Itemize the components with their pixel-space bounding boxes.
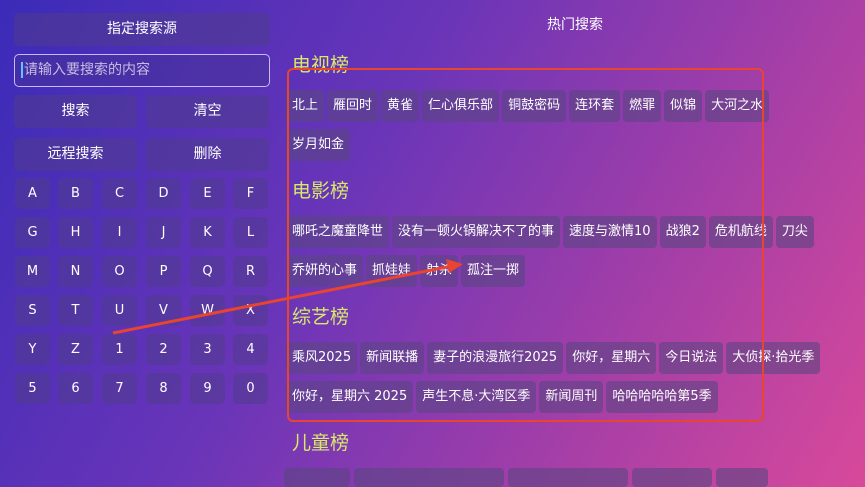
search-input[interactable]: 请输入要搜索的内容: [14, 54, 270, 87]
tag-item[interactable]: [354, 468, 504, 487]
key-y[interactable]: Y: [15, 334, 50, 365]
key-g[interactable]: G: [15, 217, 50, 248]
key-a[interactable]: A: [15, 178, 50, 209]
tv-row-2: 岁月如金: [286, 129, 351, 161]
section-title-tv: 电视榜: [292, 54, 350, 76]
key-k[interactable]: K: [190, 217, 225, 248]
tag-item[interactable]: 似锦: [664, 90, 703, 122]
key-6[interactable]: 6: [58, 373, 93, 404]
key-r[interactable]: R: [233, 256, 268, 287]
key-3[interactable]: 3: [190, 334, 225, 365]
key-v[interactable]: V: [146, 295, 181, 326]
key-m[interactable]: M: [15, 256, 50, 287]
tag-item[interactable]: 雁回时: [327, 90, 379, 122]
search-placeholder: 请输入要搜索的内容: [24, 62, 150, 78]
tag-item[interactable]: [284, 468, 350, 487]
key-8[interactable]: 8: [146, 373, 181, 404]
remote-search-button[interactable]: 远程搜索: [14, 138, 137, 171]
tag-item[interactable]: 哪吒之魔童降世: [286, 216, 390, 248]
key-u[interactable]: U: [102, 295, 137, 326]
delete-button[interactable]: 删除: [146, 138, 269, 171]
tag-item[interactable]: [508, 468, 628, 487]
key-l[interactable]: L: [233, 217, 268, 248]
key-o[interactable]: O: [102, 256, 137, 287]
tag-item[interactable]: 新闻周刊: [539, 381, 604, 413]
tag-item[interactable]: [632, 468, 712, 487]
hot-search-title: 热门搜索: [547, 17, 603, 33]
key-e[interactable]: E: [190, 178, 225, 209]
key-j[interactable]: J: [146, 217, 181, 248]
tag-item[interactable]: 北上: [286, 90, 325, 122]
variety-row-1: 乘风2025 新闻联播 妻子的浪漫旅行2025 你好，星期六 今日说法 大侦探·…: [286, 342, 821, 374]
key-z[interactable]: Z: [58, 334, 93, 365]
key-w[interactable]: W: [190, 295, 225, 326]
tag-item[interactable]: 新闻联播: [360, 342, 425, 374]
section-title-kids: 儿童榜: [292, 432, 350, 454]
kids-row-partial: [284, 468, 768, 487]
tag-item[interactable]: 大河之水: [705, 90, 770, 122]
tag-item[interactable]: 妻子的浪漫旅行2025: [427, 342, 564, 374]
tag-item[interactable]: 孤注一掷: [461, 255, 526, 287]
key-q[interactable]: Q: [190, 256, 225, 287]
tag-item[interactable]: 仁心俱乐部: [422, 90, 500, 122]
key-p[interactable]: P: [146, 256, 181, 287]
tag-item[interactable]: 今日说法: [659, 342, 724, 374]
tag-item[interactable]: 大侦探·拾光季: [726, 342, 821, 374]
tag-item[interactable]: 战狼2: [659, 216, 706, 248]
key-x[interactable]: X: [233, 295, 268, 326]
tag-item[interactable]: 刀尖: [775, 216, 814, 248]
tag-item[interactable]: 速度与激情10: [563, 216, 657, 248]
key-0[interactable]: 0: [233, 373, 268, 404]
tag-item[interactable]: 铜鼓密码: [502, 90, 567, 122]
key-c[interactable]: C: [102, 178, 137, 209]
tag-item[interactable]: 声生不息·大湾区季: [416, 381, 537, 413]
key-f[interactable]: F: [233, 178, 268, 209]
tag-item[interactable]: [716, 468, 768, 487]
section-title-movie: 电影榜: [292, 180, 350, 202]
key-7[interactable]: 7: [102, 373, 137, 404]
key-1[interactable]: 1: [102, 334, 137, 365]
key-5[interactable]: 5: [15, 373, 50, 404]
tag-item[interactable]: 连环套: [569, 90, 621, 122]
key-h[interactable]: H: [58, 217, 93, 248]
variety-row-2: 你好，星期六 2025 声生不息·大湾区季 新闻周刊 哈哈哈哈哈第5季: [286, 381, 718, 413]
key-i[interactable]: I: [102, 217, 137, 248]
tag-item[interactable]: 你好，星期六 2025: [286, 381, 414, 413]
search-button[interactable]: 搜索: [14, 95, 137, 128]
key-n[interactable]: N: [58, 256, 93, 287]
tag-item[interactable]: 没有一顿火锅解决不了的事: [392, 216, 561, 248]
text-caret: [21, 62, 23, 78]
section-title-variety: 综艺榜: [292, 306, 350, 328]
key-4[interactable]: 4: [233, 334, 268, 365]
tag-item[interactable]: 乔妍的心事: [286, 255, 364, 287]
tag-item[interactable]: 燃罪: [623, 90, 662, 122]
tag-item[interactable]: 射杀: [420, 255, 459, 287]
key-s[interactable]: S: [15, 295, 50, 326]
movie-row-2: 乔妍的心事 抓娃娃 射杀 孤注一掷: [286, 255, 526, 287]
movie-row-1: 哪吒之魔童降世 没有一顿火锅解决不了的事 速度与激情10 战狼2 危机航线 刀尖: [286, 216, 814, 248]
key-9[interactable]: 9: [190, 373, 225, 404]
tag-item[interactable]: 岁月如金: [286, 129, 351, 161]
tag-item[interactable]: 乘风2025: [286, 342, 358, 374]
tag-item[interactable]: 黄雀: [381, 90, 420, 122]
key-b[interactable]: B: [58, 178, 93, 209]
tag-item[interactable]: 危机航线: [708, 216, 773, 248]
key-2[interactable]: 2: [146, 334, 181, 365]
search-source-button[interactable]: 指定搜索源: [14, 13, 270, 46]
clear-button[interactable]: 清空: [146, 95, 269, 128]
tv-row-1: 北上 雁回时 黄雀 仁心俱乐部 铜鼓密码 连环套 燃罪 似锦 大河之水: [286, 90, 770, 122]
key-t[interactable]: T: [58, 295, 93, 326]
tag-item[interactable]: 抓娃娃: [366, 255, 418, 287]
tag-item[interactable]: 你好，星期六: [566, 342, 657, 374]
key-d[interactable]: D: [146, 178, 181, 209]
tag-item[interactable]: 哈哈哈哈哈第5季: [606, 381, 718, 413]
